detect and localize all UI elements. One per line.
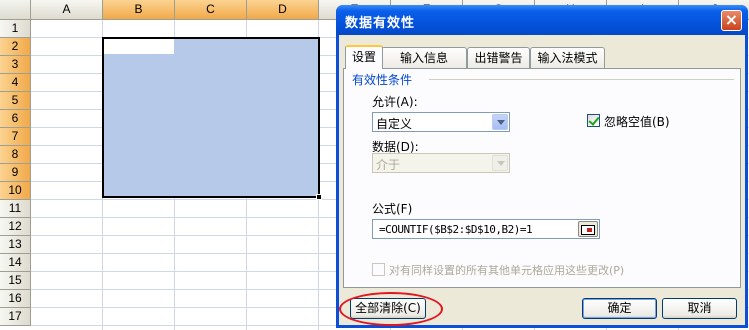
row-header-13[interactable]: 13 [0,236,31,254]
column-header-c[interactable]: C [175,0,247,20]
row-header-6[interactable]: 6 [0,110,31,128]
select-all-corner[interactable] [0,0,31,20]
row-header-2[interactable]: 2 [0,38,31,56]
tab-input-message[interactable]: 输入信息 [381,47,467,68]
formula-input-value: =COUNTIF($B$2:$D$10,B2)=1 [379,223,533,236]
allow-select-value: 自定义 [376,117,413,131]
formula-input[interactable]: =COUNTIF($B$2:$D$10,B2)=1 [372,219,600,239]
row-header-10[interactable]: 10 [0,182,31,200]
ok-label: 确定 [607,301,632,315]
row-header-1[interactable]: 1 [0,20,31,38]
selection-border [102,37,320,198]
data-validation-dialog: 数据有效性 × 设置 输入信息 出错警告 输入法模式 有效性条件 允许(A): … [336,5,748,328]
close-icon: × [724,10,739,29]
cancel-button[interactable]: 取消 [662,298,737,319]
dialog-title: 数据有效性 [345,16,416,31]
formula-label: 公式(F) [372,202,413,216]
column-header-d[interactable]: D [247,0,319,20]
allow-label: 允许(A): [372,95,418,109]
row-header-11[interactable]: 11 [0,200,31,218]
close-button[interactable]: × [721,10,742,31]
row-header-14[interactable]: 14 [0,254,31,272]
row-header-16[interactable]: 16 [0,290,31,308]
tab-input-message-label: 输入信息 [399,51,448,65]
cancel-label: 取消 [687,301,712,315]
collapse-dialog-icon[interactable] [578,221,598,237]
row-header-5[interactable]: 5 [0,92,31,110]
tab-settings-label: 设置 [351,50,376,64]
row-header-3[interactable]: 3 [0,56,31,74]
column-header-a[interactable]: A [31,0,103,20]
ignore-blank-checkbox[interactable] [587,114,600,127]
column-header-b[interactable]: B [103,0,175,20]
validation-criteria-group-title: 有效性条件 [352,71,416,88]
row-header-4[interactable]: 4 [0,74,31,92]
chevron-down-icon[interactable] [492,114,508,130]
apply-all-checkbox[interactable] [372,263,385,276]
settings-panel: 有效性条件 允许(A): 自定义 忽略空值(B) 数据(D): 介于 公式(F)… [343,68,741,288]
dialog-titlebar[interactable]: 数据有效性 × [336,5,748,35]
clear-all-highlight-annotation [339,292,443,326]
row-header-12[interactable]: 12 [0,218,31,236]
data-select[interactable]: 介于 [372,153,510,173]
row-header-15[interactable]: 15 [0,272,31,290]
ignore-blank-label: 忽略空值(B) [604,115,670,129]
row-header-8[interactable]: 8 [0,146,31,164]
tab-ime-mode[interactable]: 输入法模式 [530,47,605,68]
ok-button[interactable]: 确定 [582,298,657,319]
tab-ime-mode-label: 输入法模式 [537,51,598,65]
group-divider [429,79,734,80]
tab-settings[interactable]: 设置 [345,45,383,69]
allow-select[interactable]: 自定义 [372,112,510,132]
data-select-value: 介于 [376,158,401,172]
tab-error-alert[interactable]: 出错警告 [467,47,530,68]
apply-all-label: 对有同样设置的所有其他单元格应用这些更改(P) [389,264,625,277]
row-header-7[interactable]: 7 [0,128,31,146]
row-header-17[interactable]: 17 [0,308,31,326]
fill-handle[interactable] [316,194,322,200]
tab-error-alert-label: 出错警告 [474,51,523,65]
dialog-body: 设置 输入信息 出错警告 输入法模式 有效性条件 允许(A): 自定义 忽略空值… [339,35,745,325]
row-header-9[interactable]: 9 [0,164,31,182]
chevron-down-icon [492,155,508,171]
